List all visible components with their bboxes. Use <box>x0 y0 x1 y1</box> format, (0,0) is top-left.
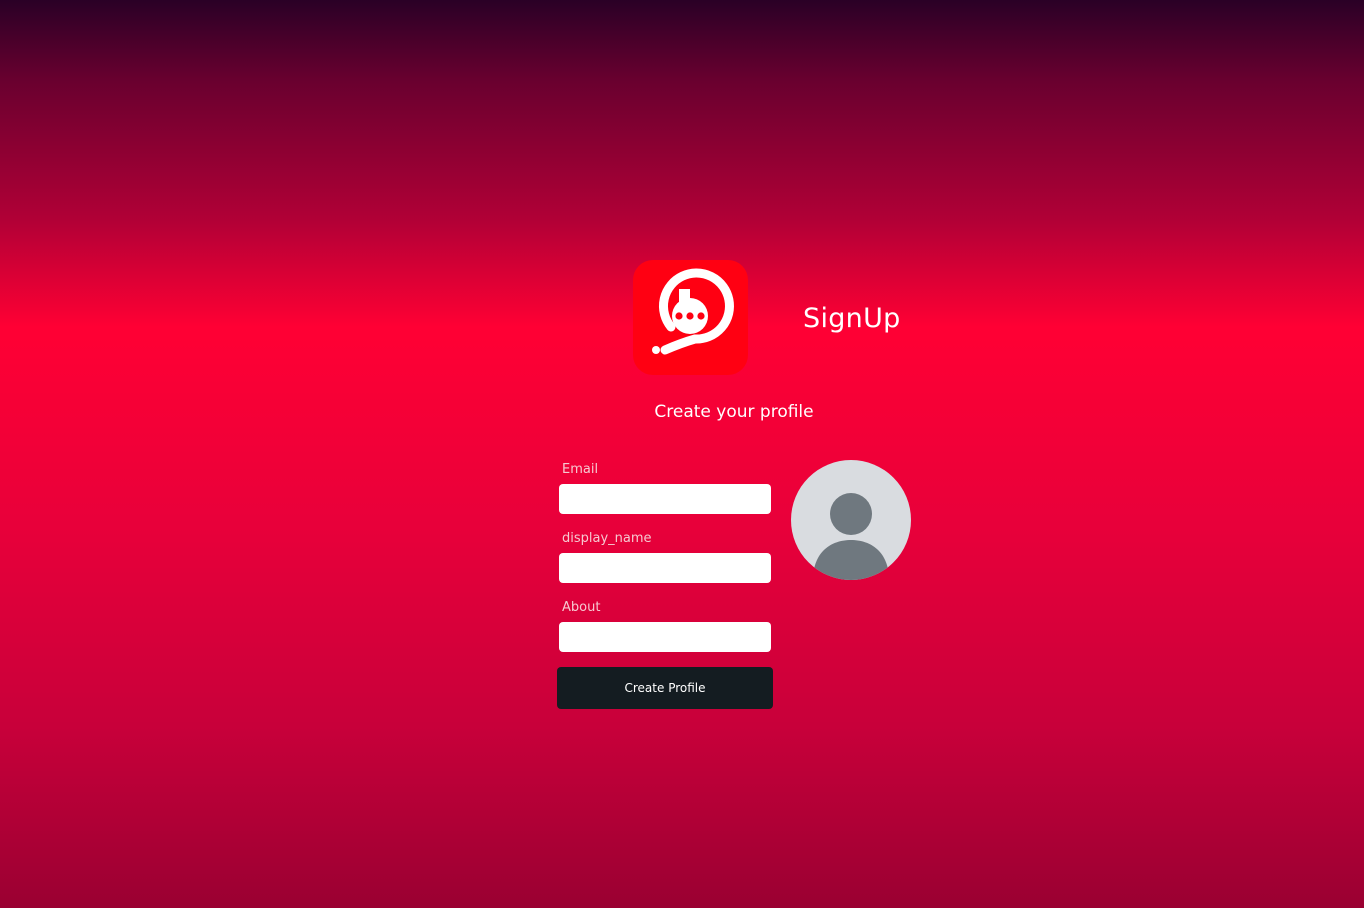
email-label: Email <box>562 462 599 477</box>
chat-bubble-logo-icon <box>652 268 734 355</box>
about-label: About <box>562 600 601 615</box>
avatar[interactable] <box>791 460 911 580</box>
display-name-field[interactable] <box>559 553 771 583</box>
page-title: SignUp <box>803 303 901 334</box>
app-logo <box>633 260 748 375</box>
create-profile-button[interactable]: Create Profile <box>557 667 773 709</box>
page-subtitle: Create your profile <box>654 402 814 422</box>
default-user-avatar-icon <box>813 493 889 580</box>
about-field[interactable] <box>559 622 771 652</box>
email-field[interactable] <box>559 484 771 514</box>
display-name-label: display_name <box>562 531 652 546</box>
